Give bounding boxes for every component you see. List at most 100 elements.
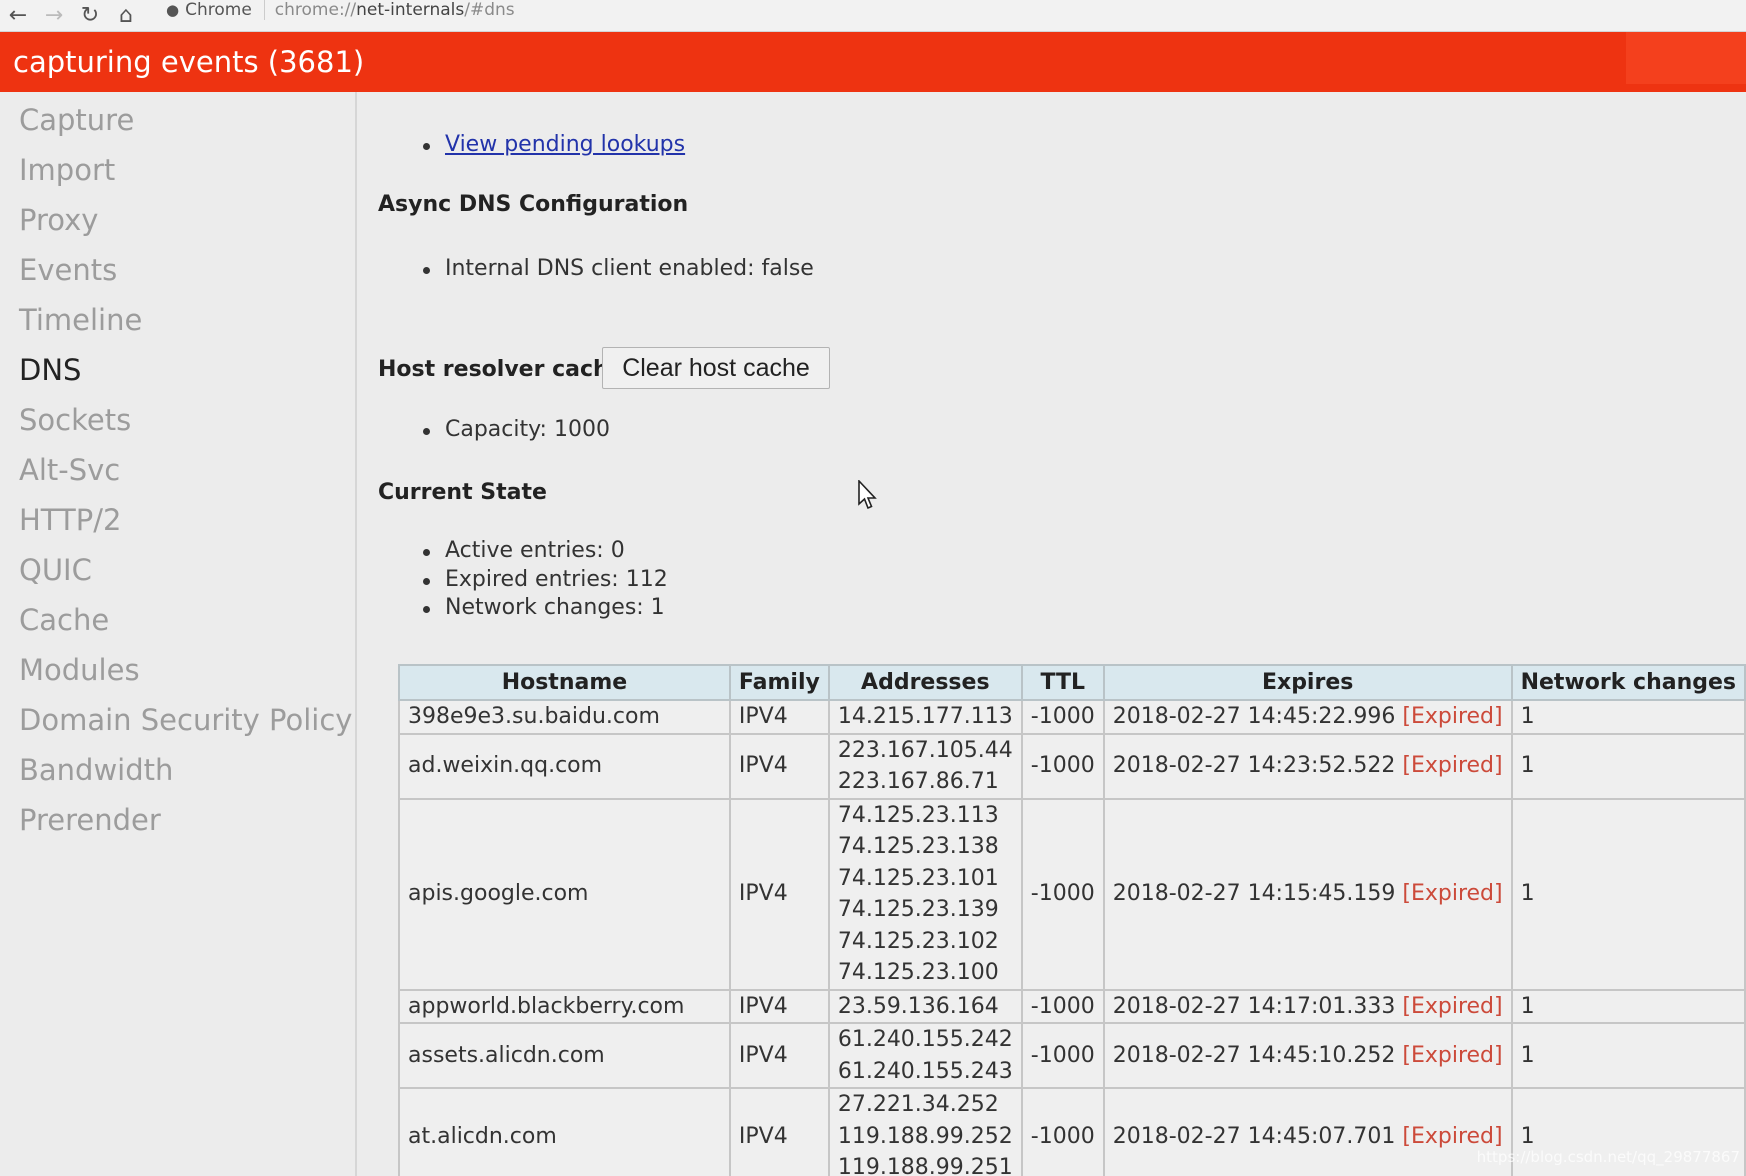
reload-icon[interactable]: ↻ [72, 0, 108, 32]
sidebar: Capture Import Proxy Events Timeline DNS Socke… [0, 92, 357, 1176]
state-item: Expired entries: 112 [423, 567, 668, 592]
watermark: https://blog.csdn.net/qq_29877867 [1476, 1148, 1740, 1166]
address-value: 14.215.177.113 [837, 704, 1013, 729]
sidebar-item-domain-security-policy[interactable]: Domain Security Policy [0, 700, 355, 750]
expires-cell: 2018-02-27 14:15:45.159 [Expired] [1102, 797, 1513, 991]
addresses-cell: 27.221.34.252 119.188.99.252 119.188.99.25… [827, 1087, 1023, 1176]
network-changes-cell: 1 [1510, 797, 1746, 991]
column-header-addresses[interactable]: Addresses [827, 664, 1023, 701]
column-header-family[interactable]: Family [728, 664, 830, 701]
addresses-cell: 61.240.155.242 61.240.155.243 [827, 1022, 1023, 1089]
column-header-expires[interactable]: Expires [1102, 664, 1513, 701]
stop-capture-area[interactable] [1626, 32, 1746, 84]
column-header-network-changes[interactable]: Network changes [1510, 664, 1746, 701]
address-value: 74.125.23.100 [837, 960, 999, 985]
address-value: 223.167.105.44 [837, 737, 1013, 763]
ttl-cell: -1000 [1020, 732, 1105, 800]
capacity-item: Capacity: 1000 [423, 417, 610, 442]
sidebar-item-capture[interactable]: Capture [0, 100, 355, 150]
family-cell: IPV4 [728, 699, 830, 735]
hostname-cell: at.alicdn.com [398, 1087, 731, 1176]
dns-panel: View pending lookups Async DNS Configura… [378, 92, 1746, 1176]
family-cell: IPV4 [728, 1087, 830, 1176]
column-header-hostname[interactable]: Hostname [398, 664, 731, 701]
app-name: Chrome [185, 0, 252, 20]
network-changes-cell: 1 [1510, 988, 1746, 1024]
sidebar-item-events[interactable]: Events [0, 250, 355, 300]
addresses-cell: 223.167.105.44 223.167.86.71 [827, 732, 1023, 800]
addresses-cell: 74.125.23.113 74.125.23.138 74.125.23.101 7… [827, 797, 1023, 991]
sidebar-item-http-2[interactable]: HTTP/2 [0, 500, 355, 550]
sidebar-item-alt-svc[interactable]: Alt-Svc [0, 450, 355, 500]
expired-label: [Expired] [1402, 704, 1503, 729]
state-item: Active entries: 0 [423, 538, 625, 563]
expires-time: 2018-02-27 14:17:01.333 [1112, 993, 1396, 1019]
address-value: 23.59.136.164 [837, 993, 999, 1019]
sidebar-item-quic[interactable]: QUIC [0, 550, 355, 600]
sidebar-item-modules[interactable]: Modules [0, 650, 355, 700]
table-row: apis.google.com IPV4 74.125.23.113 74.125.2… [398, 797, 1746, 991]
sidebar-item-dns[interactable]: DNS [0, 350, 355, 400]
address-value: 119.188.99.251 [837, 1155, 1013, 1176]
sidebar-item-bandwidth[interactable]: Bandwidth [0, 750, 355, 800]
ttl-cell: -1000 [1020, 797, 1105, 991]
address-value: 74.125.23.139 [837, 897, 999, 922]
view-pending-lookups-link[interactable]: View pending lookups [445, 132, 685, 157]
async-dns-item: Internal DNS client enabled: false [423, 256, 814, 281]
clear-host-cache-button[interactable]: Clear host cache [602, 347, 830, 389]
table-row: 398e9e3.su.baidu.com IPV4 14.215.177.113 -1… [398, 699, 1746, 735]
expired-label: [Expired] [1402, 993, 1503, 1019]
ttl-cell: -1000 [1020, 988, 1105, 1024]
url-text: chrome://net-internals/#dns [274, 0, 515, 20]
hostname-cell: 398e9e3.su.baidu.com [398, 699, 731, 735]
ttl-cell: -1000 [1020, 699, 1105, 735]
family-cell: IPV4 [728, 988, 830, 1024]
address-value: 223.167.86.71 [837, 769, 999, 794]
family-cell: IPV4 [728, 1022, 830, 1089]
expires-time: 2018-02-27 14:45:07.701 [1112, 1123, 1396, 1149]
forward-arrow-icon[interactable]: → [36, 0, 72, 32]
table-row: assets.alicdn.com IPV4 61.240.155.242 61.24… [398, 1022, 1746, 1089]
column-header-ttl[interactable]: TTL [1020, 664, 1105, 701]
ttl-cell: -1000 [1020, 1022, 1105, 1089]
address-value: 27.221.34.252 [837, 1092, 999, 1117]
address-value: 74.125.23.113 [837, 802, 999, 828]
expires-time: 2018-02-27 14:45:22.996 [1112, 704, 1396, 729]
chrome-page-icon: ● [166, 1, 180, 19]
expired-label: [Expired] [1402, 1042, 1503, 1068]
ttl-cell: -1000 [1020, 1087, 1105, 1176]
hostname-cell: apis.google.com [398, 797, 731, 991]
network-changes-cell: 1 [1510, 1022, 1746, 1089]
expires-cell: 2018-02-27 14:45:07.701 [Expired] [1102, 1087, 1513, 1176]
address-bar[interactable]: ● Chrome chrome://net-internals/#dns [158, 0, 1746, 20]
expires-cell: 2018-02-27 14:45:22.996 [Expired] [1102, 699, 1513, 735]
address-value: 61.240.155.242 [837, 1027, 1013, 1052]
home-icon[interactable]: ⌂ [108, 0, 144, 32]
browser-toolbar: ← → ↻ ⌂ ● Chrome chrome://net-internals/… [0, 0, 1746, 32]
family-cell: IPV4 [728, 732, 830, 800]
table-row: ad.weixin.qq.com IPV4 223.167.105.44 223.16… [398, 732, 1746, 800]
address-value: 74.125.23.101 [837, 865, 999, 891]
expires-cell: 2018-02-27 14:23:52.522 [Expired] [1102, 732, 1513, 800]
sidebar-item-cache[interactable]: Cache [0, 600, 355, 650]
state-item: Network changes: 1 [423, 595, 665, 620]
back-arrow-icon[interactable]: ← [0, 0, 36, 32]
sidebar-item-proxy[interactable]: Proxy [0, 200, 355, 250]
family-cell: IPV4 [728, 797, 830, 991]
sidebar-item-sockets[interactable]: Sockets [0, 400, 355, 450]
capture-status-text: capturing events (3681) [13, 45, 365, 79]
expired-label: [Expired] [1402, 1123, 1503, 1149]
pending-lookups-item: View pending lookups [422, 132, 685, 157]
sidebar-item-timeline[interactable]: Timeline [0, 300, 355, 350]
addresses-cell: 14.215.177.113 [827, 699, 1023, 735]
sidebar-item-import[interactable]: Import [0, 150, 355, 200]
expires-time: 2018-02-27 14:45:10.252 [1112, 1042, 1396, 1068]
address-value: 74.125.23.102 [837, 928, 999, 954]
address-value: 74.125.23.138 [837, 834, 999, 859]
expired-label: [Expired] [1402, 881, 1503, 907]
address-value: 61.240.155.243 [837, 1058, 1013, 1084]
expires-time: 2018-02-27 14:23:52.522 [1112, 753, 1396, 779]
expired-label: [Expired] [1402, 753, 1503, 779]
sidebar-item-prerender[interactable]: Prerender [0, 800, 355, 850]
site-chip[interactable]: ● Chrome [158, 0, 265, 20]
